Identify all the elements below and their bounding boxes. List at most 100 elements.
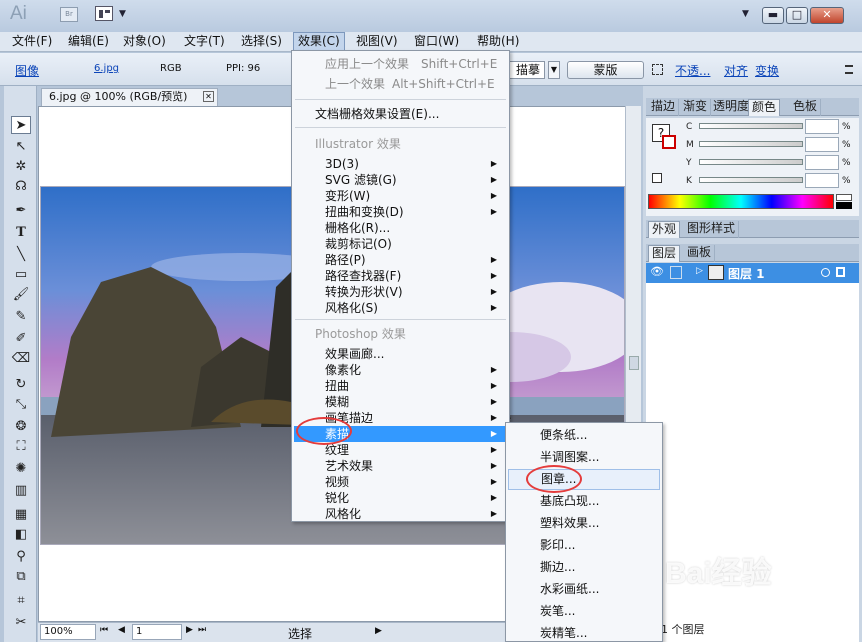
status-menu-icon[interactable]: ▶ xyxy=(375,626,382,636)
menu-photoshop-item-8[interactable]: 视频 ▶ xyxy=(294,474,507,490)
menu-illustrator-item-7[interactable]: 路径查找器(F) ▶ xyxy=(294,268,507,284)
slider-c[interactable] xyxy=(699,123,803,129)
menu-type[interactable]: 文字(T) xyxy=(180,32,229,52)
menu-photoshop-item-10[interactable]: 风格化 ▶ xyxy=(294,506,507,522)
scroll-thumb[interactable] xyxy=(629,356,639,370)
value-y[interactable] xyxy=(805,155,839,170)
menu-illustrator-item-5[interactable]: 裁剪标记(O) xyxy=(294,236,507,252)
close-tab-icon[interactable]: ✕ xyxy=(203,91,214,102)
target-icon[interactable] xyxy=(821,268,830,277)
menu-photoshop-item-9[interactable]: 锐化 ▶ xyxy=(294,490,507,506)
free-transform-tool-icon[interactable]: ⛶ xyxy=(11,438,31,456)
menu-illustrator-item-6[interactable]: 路径(P) ▶ xyxy=(294,252,507,268)
sketch-item-0[interactable]: 便条纸... xyxy=(508,425,660,446)
align-link[interactable]: 对齐 xyxy=(724,62,748,79)
menu-raster-effects-settings[interactable]: 文档栅格效果设置(E)... xyxy=(294,106,507,122)
workspace-layout-button[interactable] xyxy=(95,6,113,21)
menu-illustrator-item-8[interactable]: 转换为形状(V) ▶ xyxy=(294,284,507,300)
menu-select[interactable]: 选择(S) xyxy=(237,32,286,52)
menu-photoshop-item-2[interactable]: 扭曲 ▶ xyxy=(294,378,507,394)
symbol-sprayer-tool-icon[interactable]: ✺ xyxy=(11,460,31,478)
selection-indicator-icon[interactable] xyxy=(836,267,845,277)
minimize-button[interactable]: ▬ xyxy=(762,7,784,24)
sketch-item-1[interactable]: 半调图案... xyxy=(508,447,660,468)
lock-toggle[interactable] xyxy=(670,266,682,279)
bridge-button[interactable]: Br xyxy=(60,7,78,22)
live-trace-button[interactable]: 描摹 xyxy=(508,61,545,79)
graph-tool-icon[interactable]: ▥ xyxy=(11,482,31,500)
direct-selection-tool-icon[interactable]: ↖ xyxy=(11,138,31,156)
menu-help[interactable]: 帮助(H) xyxy=(473,32,523,52)
sketch-item-5[interactable]: 影印... xyxy=(508,535,660,556)
type-tool-icon[interactable]: T xyxy=(11,224,31,242)
menu-view[interactable]: 视图(V) xyxy=(352,32,402,52)
none-swatch[interactable] xyxy=(652,173,662,183)
blend-tool-icon[interactable]: ⧉ xyxy=(11,568,31,586)
value-m[interactable] xyxy=(805,137,839,152)
status-mode-label[interactable]: 选择 xyxy=(288,625,312,642)
tab-layers[interactable]: 图层 xyxy=(648,245,681,262)
next-page-icon[interactable]: ▶ xyxy=(186,625,193,635)
sketch-item-3[interactable]: 基底凸现... xyxy=(508,491,660,512)
essentials-dropdown-icon[interactable]: ▼ xyxy=(742,9,749,19)
sketch-item-7[interactable]: 水彩画纸... xyxy=(508,579,660,600)
isolate-icon[interactable] xyxy=(652,64,663,75)
eraser-tool-icon[interactable]: ⌫ xyxy=(11,350,31,368)
menu-illustrator-item-0[interactable]: 3D(3) ▶ xyxy=(294,156,507,172)
layer-name[interactable]: 图层 1 xyxy=(728,265,765,282)
menu-photoshop-item-1[interactable]: 像素化 ▶ xyxy=(294,362,507,378)
scale-tool-icon[interactable]: ⤡ xyxy=(11,396,31,414)
tab-swatches[interactable]: 色板 xyxy=(790,99,822,116)
page-number-field[interactable]: 1 xyxy=(132,624,182,640)
menu-photoshop-item-7[interactable]: 艺术效果 ▶ xyxy=(294,458,507,474)
magic-wand-tool-icon[interactable]: ✲ xyxy=(11,158,31,176)
tab-transparency[interactable]: 透明度 xyxy=(710,99,754,116)
menu-illustrator-item-3[interactable]: 扭曲和变换(D) ▶ xyxy=(294,204,507,220)
sketch-item-9[interactable]: 炭精笔... xyxy=(508,623,660,642)
value-k[interactable] xyxy=(805,173,839,188)
rotate-tool-icon[interactable]: ↻ xyxy=(11,376,31,394)
tab-color[interactable]: 颜色 xyxy=(748,99,781,116)
tab-stroke[interactable]: 描边 xyxy=(648,99,680,116)
menu-illustrator-item-2[interactable]: 变形(W) ▶ xyxy=(294,188,507,204)
layer-row[interactable]: 👁 ▷ 图层 1 xyxy=(646,263,859,283)
black-swatch[interactable] xyxy=(836,202,852,209)
eyedropper-tool-icon[interactable]: ⚲ xyxy=(11,548,31,566)
menu-illustrator-item-4[interactable]: 栅格化(R)... xyxy=(294,220,507,236)
control-menu-icon[interactable] xyxy=(845,65,853,74)
tab-appearance[interactable]: 外观 xyxy=(648,221,681,238)
sketch-item-8[interactable]: 炭笔... xyxy=(508,601,660,622)
transform-link[interactable]: 变换 xyxy=(755,62,779,79)
first-page-icon[interactable]: ⏮ xyxy=(100,625,108,635)
selection-tool-icon[interactable]: ➤ xyxy=(11,116,31,134)
sketch-item-4[interactable]: 塑料效果... xyxy=(508,513,660,534)
warp-tool-icon[interactable]: ❂ xyxy=(11,418,31,436)
document-tab[interactable]: 6.jpg @ 100% (RGB/预览) ✕ xyxy=(41,88,218,106)
rectangle-tool-icon[interactable]: ▭ xyxy=(11,266,31,284)
color-spectrum[interactable] xyxy=(648,194,834,209)
menu-photoshop-item-0[interactable]: 效果画廊... xyxy=(294,346,507,362)
menu-illustrator-item-1[interactable]: SVG 滤镜(G) ▶ xyxy=(294,172,507,188)
menu-file[interactable]: 文件(F) xyxy=(8,32,56,52)
paintbrush-tool-icon[interactable]: 🖌 xyxy=(11,286,31,304)
line-tool-icon[interactable]: ╲ xyxy=(11,246,31,264)
tab-artboards[interactable]: 画板 xyxy=(684,245,716,262)
opacity-link[interactable]: 不透... xyxy=(675,62,710,79)
blob-brush-tool-icon[interactable]: ✐ xyxy=(11,330,31,348)
scissors-tool-icon[interactable]: ✂ xyxy=(11,614,31,632)
menu-edit[interactable]: 编辑(E) xyxy=(64,32,113,52)
menu-photoshop-item-3[interactable]: 模糊 ▶ xyxy=(294,394,507,410)
menu-illustrator-item-9[interactable]: 风格化(S) ▶ xyxy=(294,300,507,316)
workspace-dropdown-icon[interactable]: ▼ xyxy=(119,9,126,19)
prev-page-icon[interactable]: ◀ xyxy=(118,625,125,635)
slider-k[interactable] xyxy=(699,177,803,183)
object-type-label[interactable]: 图像 xyxy=(15,62,39,79)
pen-tool-icon[interactable]: ✒ xyxy=(11,202,31,220)
gradient-tool-icon[interactable]: ◧ xyxy=(11,526,31,544)
tab-graphic-styles[interactable]: 图形样式 xyxy=(684,221,740,238)
white-swatch[interactable] xyxy=(836,194,852,201)
slider-m[interactable] xyxy=(699,141,803,147)
last-page-icon[interactable]: ⏭ xyxy=(198,625,206,635)
trace-preset-dropdown[interactable]: ▼ xyxy=(548,61,560,79)
close-button[interactable]: ✕ xyxy=(810,7,844,24)
